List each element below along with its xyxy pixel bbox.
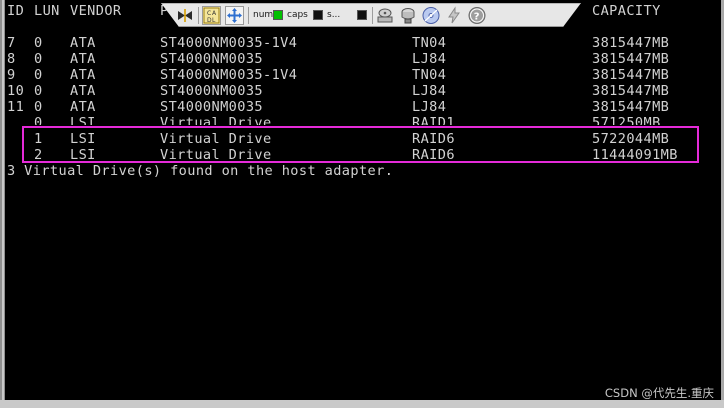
cell-product: ST4000NM0035 [160,83,264,99]
cell-lun: 0 [34,115,43,125]
svg-text:C: C [207,10,211,17]
cell-capacity: 3815447MB [592,51,670,67]
cell-revision: TN04 [412,67,447,83]
cell-product: ST4000NM0035-1V4 [160,67,298,83]
cell-lun: 0 [34,67,43,83]
cell-id: 7 [7,35,16,51]
table-row: 9 0 ATA ST4000NM0035-1V4 TN04 3815447MB [0,67,724,83]
cell-revision: TN04 [412,35,447,51]
cell-vendor: LSI [70,115,96,125]
cell-revision: LJ84 [412,51,447,67]
cell-capacity: 3815447MB [592,83,670,99]
separator-lun: --- [34,19,68,24]
scroll-lock-label: s... [327,10,341,20]
cell-lun: 0 [34,35,43,51]
cell-id: 9 [7,67,16,83]
header-vendor: VENDOR [70,3,122,19]
separator-capacity: -------- [592,19,661,24]
header-id: ID [7,3,25,19]
scroll-lock-led [357,10,367,20]
table-row: 11 0 ATA ST4000NM0035 LJ84 3815447MB [0,99,724,115]
cell-capacity: 3815447MB [592,35,670,51]
keyboard-layout-icon[interactable]: C A D L [202,6,221,25]
caps-lock-label: caps [287,10,308,20]
header-capacity: CAPACITY [592,3,661,19]
cell-lun: 0 [34,99,43,115]
window-frame-bottom [0,400,724,408]
cell-vendor: ATA [70,83,96,99]
cell-capacity: 3815447MB [592,99,670,115]
cell-capacity: 3815447MB [592,67,670,83]
cell-product: ST4000NM0035 [160,99,264,115]
cd-icon[interactable] [421,6,441,25]
move-icon[interactable] [225,6,244,25]
watermark: CSDN @代先生.重庆 [604,386,714,400]
cell-id: 8 [7,51,16,67]
separator-vendor: ------ [70,19,122,24]
separator-id: -- [7,19,33,24]
help-icon[interactable]: ? [467,6,487,25]
cell-product: ST4000NM0035-1V4 [160,35,298,51]
cell-revision: LJ84 [412,99,447,115]
cell-product: Virtual Drive [160,115,272,125]
num-lock-label: num [253,10,274,20]
toolbar-separator [248,7,249,24]
cell-capacity: 571250MB [592,115,661,125]
selection-highlight-box [22,126,699,163]
header-lun: LUN [34,3,60,19]
svg-text:?: ? [474,12,480,23]
network-drive-icon[interactable] [398,6,418,25]
cell-lun: 0 [34,83,43,99]
cell-product: ST4000NM0035 [160,51,264,67]
caps-lock-led [313,10,323,20]
table-row: 10 0 ATA ST4000NM0035 LJ84 3815447MB [0,83,724,99]
cell-revision: LJ84 [412,83,447,99]
cell-vendor: ATA [70,51,96,67]
cell-vendor: ATA [70,67,96,83]
window-frame-left [0,0,5,408]
cell-revision: RAID1 [412,115,455,125]
table-row: 8 0 ATA ST4000NM0035 LJ84 3815447MB [0,51,724,67]
table-row: 7 0 ATA ST4000NM0035-1V4 TN04 3815447MB [0,35,724,51]
toolbar-separator [372,7,373,24]
pin-icon[interactable] [175,6,195,25]
num-lock-led [273,10,283,20]
cell-id: 11 [7,99,25,115]
toolbar-separator [198,7,199,24]
disk-icon[interactable] [375,6,395,25]
status-line: 3 Virtual Drive(s) found on the host ada… [0,163,724,179]
table-row: 0 LSI Virtual Drive RAID1 571250MB [0,115,724,125]
cell-id: 10 [7,83,25,99]
cell-vendor: ATA [70,99,96,115]
footer-message: 3 Virtual Drive(s) found on the host ada… [7,163,394,179]
console-screen[interactable]: ID LUN VENDOR P CAPACITY -- --- ------ -… [0,0,724,400]
remote-console-toolbar: C A D L num caps s... ? [161,3,581,27]
power-icon[interactable] [444,6,464,25]
cell-lun: 0 [34,51,43,67]
cell-vendor: ATA [70,35,96,51]
